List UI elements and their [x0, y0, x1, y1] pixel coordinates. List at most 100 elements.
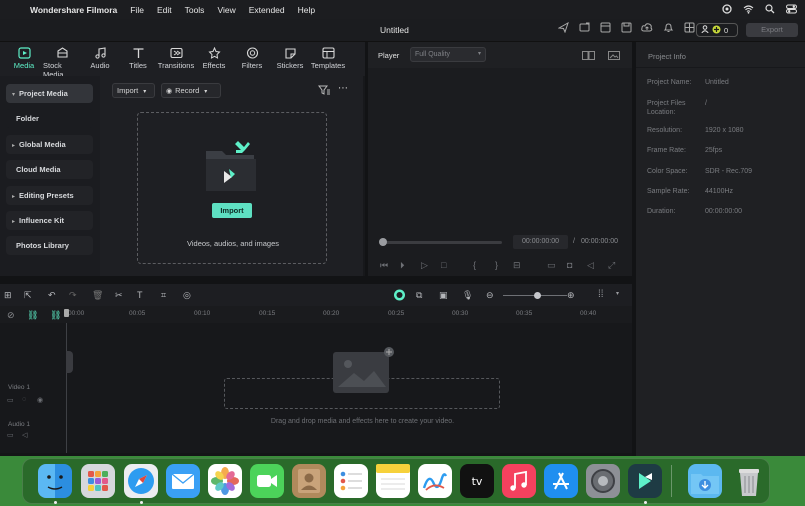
dock-system-settings[interactable]: [586, 464, 620, 498]
control-center-icon[interactable]: [786, 4, 797, 16]
panel-divider[interactable]: [632, 42, 636, 456]
mark-out-icon[interactable]: }: [495, 260, 498, 270]
play-back-icon[interactable]: ⏵: [400, 260, 405, 271]
compare-view-icon[interactable]: [582, 51, 595, 62]
ai-tools-icon[interactable]: ◎: [183, 290, 191, 301]
dock-app-store[interactable]: [544, 464, 578, 498]
dock-facetime[interactable]: [250, 464, 284, 498]
link-track-icon[interactable]: ⛓: [27, 310, 38, 321]
record-dropdown[interactable]: ◉ Record ▾: [161, 83, 221, 98]
dock-launchpad[interactable]: [81, 464, 115, 498]
menu-tools[interactable]: Tools: [185, 5, 205, 15]
fullscreen-display-icon[interactable]: ▭: [547, 260, 556, 271]
import-dropdown[interactable]: Import ▾: [112, 83, 155, 98]
dock-mail[interactable]: [166, 464, 200, 498]
tab-stickers[interactable]: Stickers: [271, 42, 309, 76]
tab-audio[interactable]: Audio: [81, 42, 119, 76]
sidebar-item-influence-kit[interactable]: ▸ Influence Kit: [6, 211, 93, 230]
dock-music[interactable]: [502, 464, 536, 498]
dock-notes[interactable]: [376, 464, 410, 498]
layout-grid-icon[interactable]: ⊞: [4, 290, 12, 301]
playhead-handle[interactable]: [379, 238, 387, 246]
tab-templates[interactable]: Templates: [309, 42, 347, 76]
dock-finder[interactable]: [38, 464, 72, 498]
tab-titles[interactable]: Titles: [119, 42, 157, 76]
sidebar-item-photos-library[interactable]: Photos Library: [6, 236, 93, 255]
playback-progress-track[interactable]: [382, 241, 502, 244]
zoom-in-icon[interactable]: ⊕: [567, 290, 575, 301]
magnet-snap-icon[interactable]: ⊘: [7, 310, 15, 321]
import-button[interactable]: Import: [212, 203, 252, 218]
snapshot-icon[interactable]: [608, 51, 620, 62]
panel-divider[interactable]: [365, 42, 368, 276]
menu-edit[interactable]: Edit: [157, 5, 172, 15]
zoom-out-icon[interactable]: ⊖: [486, 290, 494, 301]
dock-contacts[interactable]: [292, 464, 326, 498]
folder-icon[interactable]: ▭: [7, 396, 14, 404]
microphone-icon[interactable]: 🎙: [462, 290, 473, 301]
account-credits[interactable]: 0: [696, 23, 738, 37]
save-icon[interactable]: [619, 22, 633, 36]
delete-icon[interactable]: 🗑: [92, 290, 103, 301]
tab-transitions[interactable]: Transitions: [157, 42, 195, 76]
redo-icon[interactable]: ↷: [69, 290, 77, 301]
menu-app-name[interactable]: Wondershare Filmora: [30, 5, 117, 15]
menu-help[interactable]: Help: [298, 5, 315, 15]
crop-icon[interactable]: ⌗: [161, 290, 166, 301]
sidebar-item-cloud-media[interactable]: Cloud Media: [6, 160, 93, 179]
speaker-icon[interactable]: ◁: [22, 431, 27, 439]
text-tool-icon[interactable]: T: [137, 290, 143, 300]
select-arrow-icon[interactable]: ⇱: [24, 290, 32, 301]
camera-snapshot-icon[interactable]: ◘: [567, 260, 572, 270]
dock-freeform[interactable]: [418, 464, 452, 498]
menu-view[interactable]: View: [217, 5, 235, 15]
play-icon[interactable]: ▷: [421, 260, 428, 271]
panel-divider[interactable]: [0, 276, 632, 284]
quality-dropdown[interactable]: Full Quality ▾: [410, 47, 486, 62]
dock-apple-tv[interactable]: tv: [460, 464, 494, 498]
ai-assistant-icon[interactable]: [393, 289, 406, 303]
tab-stock-media[interactable]: Stock Media: [43, 42, 81, 79]
layout-icon[interactable]: [682, 22, 696, 36]
audio-sync-icon[interactable]: ⧉: [416, 290, 422, 301]
tab-effects[interactable]: Effects: [195, 42, 233, 76]
dock-trash[interactable]: [732, 464, 766, 498]
recording-icon[interactable]: [722, 3, 732, 16]
notification-bell-icon[interactable]: [661, 22, 675, 36]
wifi-icon[interactable]: [743, 4, 754, 16]
sidebar-item-project-media[interactable]: ▾ Project Media: [6, 84, 93, 103]
track-add-icon[interactable]: ⛓: [50, 310, 61, 321]
render-preview-icon[interactable]: ⊟: [513, 260, 521, 271]
chevron-down-icon[interactable]: ▾: [616, 290, 619, 297]
tab-media[interactable]: Media: [5, 42, 43, 76]
timeline-playhead[interactable]: [66, 323, 67, 456]
lock-icon[interactable]: ◌: [22, 396, 26, 403]
mark-in-icon[interactable]: {: [473, 260, 476, 270]
tab-filters[interactable]: Filters: [233, 42, 271, 76]
spotlight-search-icon[interactable]: [765, 3, 775, 16]
timeline-ruler[interactable]: ⊘ ⛓ ⛓ 00:00 00:05 00:10 00:15 00:20 00:2…: [0, 306, 632, 323]
menu-extended[interactable]: Extended: [249, 5, 285, 15]
volume-icon[interactable]: ◁: [587, 260, 594, 271]
expand-icon[interactable]: ⤢: [608, 260, 615, 271]
motion-tracking-icon[interactable]: ▣: [439, 290, 448, 301]
scissors-icon[interactable]: ✂: [115, 290, 123, 301]
undo-icon[interactable]: ↶: [48, 290, 56, 301]
eye-icon[interactable]: ◉: [37, 396, 43, 404]
zoom-slider-handle[interactable]: [534, 292, 541, 299]
folder-icon[interactable]: ▭: [7, 431, 14, 439]
dock-filmora[interactable]: [628, 464, 662, 498]
more-options-icon[interactable]: ⋯: [338, 83, 348, 94]
dock-safari[interactable]: [124, 464, 158, 498]
template-icon[interactable]: [598, 22, 612, 36]
screen-capture-icon[interactable]: [577, 22, 591, 36]
menu-file[interactable]: File: [130, 5, 144, 15]
sidebar-item-folder[interactable]: Folder: [6, 109, 93, 128]
previous-frame-icon[interactable]: ⏮: [380, 260, 388, 271]
filter-sort-icon[interactable]: [318, 85, 330, 97]
track-collapse-handle[interactable]: [66, 351, 73, 373]
media-drop-zone[interactable]: Import Videos, audios, and images: [137, 112, 327, 264]
stop-icon[interactable]: □: [441, 260, 446, 270]
sidebar-item-global-media[interactable]: ▸ Global Media: [6, 135, 93, 154]
dock-photos[interactable]: [208, 464, 242, 498]
